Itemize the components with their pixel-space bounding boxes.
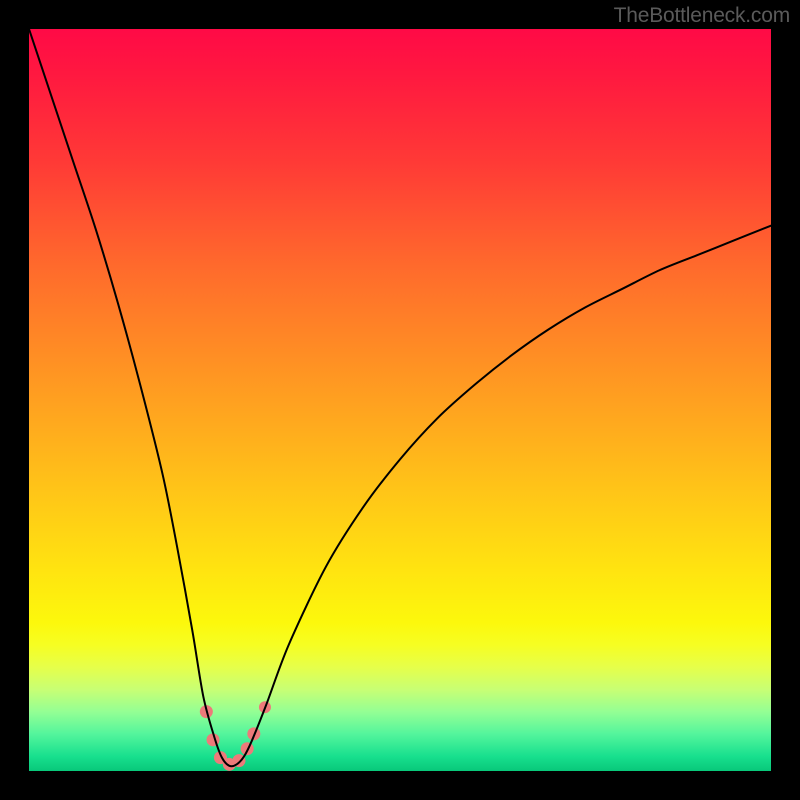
plot-area xyxy=(29,29,771,771)
gradient-background xyxy=(29,29,771,771)
chart-stage: TheBottleneck.com xyxy=(0,0,800,800)
attribution-label: TheBottleneck.com xyxy=(614,4,790,28)
